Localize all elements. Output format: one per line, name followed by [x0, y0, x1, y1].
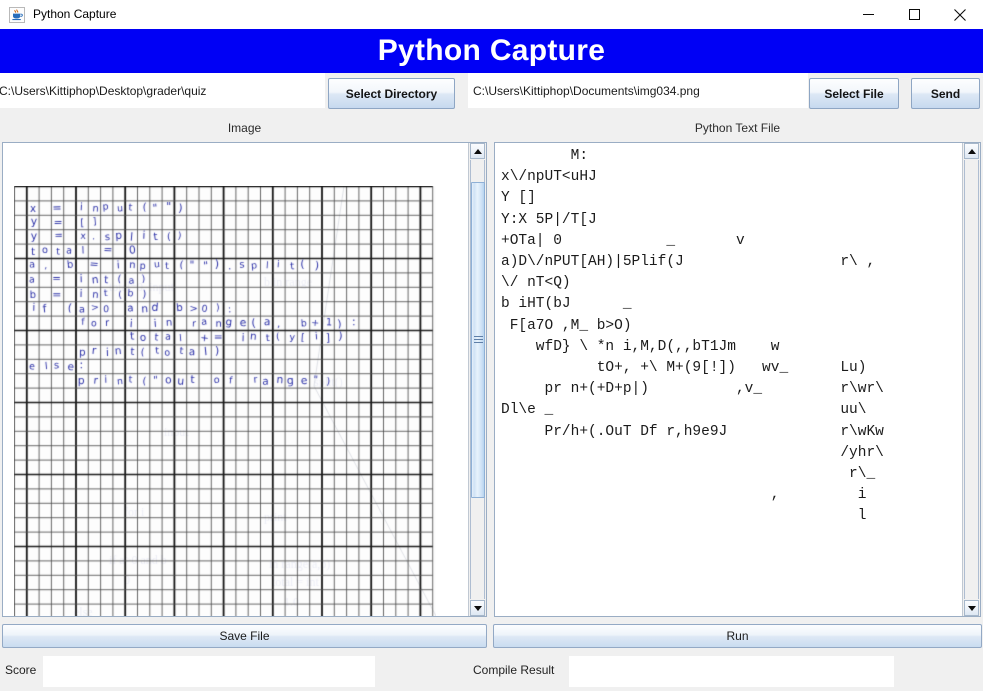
python-text-panel: M: x\/npUT<uHJ Y [] Y:X 5P|/T[J +OTa| 0 …	[494, 142, 981, 617]
text-panel-label: Python Text File	[694, 121, 781, 135]
java-coffee-cup-icon	[9, 6, 25, 23]
window-title: Python Capture	[33, 7, 117, 21]
banner-title: Python Capture	[377, 34, 606, 67]
send-button[interactable]: Send	[911, 78, 980, 109]
titlebar-left-group: Python Capture	[9, 0, 116, 29]
compile-result-label: Compile Result	[473, 663, 555, 677]
text-viewport[interactable]: M: x\/npUT<uHJ Y [] Y:X 5P|/T[J +OTa| 0 …	[495, 143, 962, 616]
minimize-icon[interactable]	[845, 0, 891, 29]
close-icon[interactable]	[937, 0, 983, 29]
scroll-down-arrow-icon[interactable]	[470, 600, 485, 616]
score-label: Score	[5, 663, 37, 677]
image-viewport	[3, 143, 468, 616]
image-scroll-thumb[interactable]	[471, 181, 485, 499]
handwritten-code-image	[14, 186, 436, 616]
score-input[interactable]	[43, 656, 375, 687]
window-controls	[845, 0, 983, 29]
image-preview-panel	[2, 142, 487, 617]
select-directory-button[interactable]: Select Directory	[328, 78, 455, 109]
text-vertical-scrollbar[interactable]	[962, 143, 980, 616]
scroll-grip-icon	[473, 336, 483, 344]
python-capture-window: Python Capture Python Capture C:\Users\K…	[0, 0, 983, 691]
directory-path-value: C:\Users\Kittiphop\Desktop\grader\quiz	[0, 83, 207, 98]
app-banner: Python Capture	[0, 29, 983, 73]
save-file-button[interactable]: Save File	[2, 624, 487, 648]
panel-label-row: Image Python Text File	[0, 114, 983, 142]
python-text-content[interactable]: M: x\/npUT<uHJ Y [] Y:X 5P|/T[J +OTa| 0 …	[501, 146, 960, 616]
select-file-button[interactable]: Select File	[809, 78, 899, 109]
image-panel-label: Image	[227, 121, 262, 135]
image-vertical-scrollbar[interactable]	[468, 143, 486, 616]
file-path-value: C:\Users\Kittiphop\Documents\img034.png	[473, 83, 700, 98]
window-titlebar: Python Capture	[0, 0, 983, 30]
directory-path-input[interactable]: C:\Users\Kittiphop\Desktop\grader\quiz	[0, 73, 325, 108]
scroll-up-arrow-icon[interactable]	[964, 143, 979, 159]
run-button[interactable]: Run	[493, 624, 982, 648]
maximize-icon[interactable]	[891, 0, 937, 29]
scroll-up-arrow-icon[interactable]	[470, 143, 485, 159]
compile-result-input[interactable]	[569, 656, 894, 687]
text-scroll-track[interactable]	[964, 160, 979, 599]
scroll-down-arrow-icon[interactable]	[964, 600, 979, 616]
file-path-input[interactable]: C:\Users\Kittiphop\Documents\img034.png	[468, 73, 808, 108]
